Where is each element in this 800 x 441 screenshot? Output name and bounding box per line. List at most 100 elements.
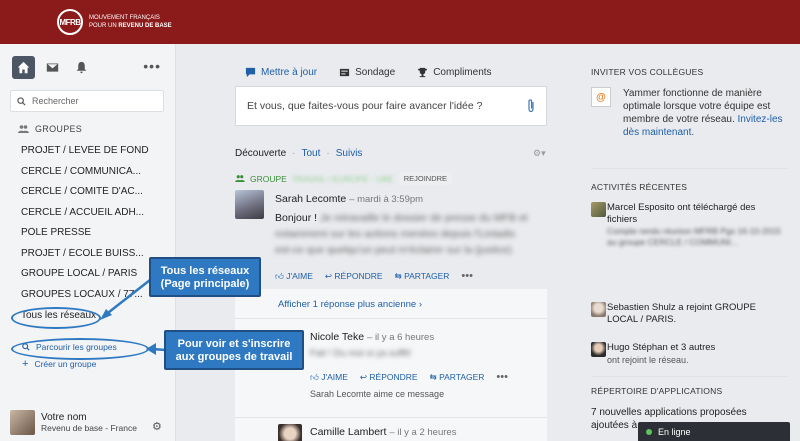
inbox-icon[interactable] [41, 56, 64, 79]
bell-icon[interactable] [70, 56, 93, 79]
more-options-icon[interactable]: ••• [143, 58, 161, 74]
share-button[interactable]: ⇆ PARTAGER [430, 372, 485, 383]
search-icon [17, 96, 26, 106]
profile[interactable]: Votre nom Revenu de base - France [10, 410, 137, 435]
activity-text: Hugo Stéphan et 3 autres ont rejoint le … [607, 342, 716, 365]
speech-bubble-icon [245, 67, 256, 77]
reply-button[interactable]: ↩ RÉPONDRE [325, 271, 383, 282]
post-author-line: Sarah Lecomte – mardi à 3:59pm [275, 193, 545, 205]
join-button[interactable]: REJOINDRE [398, 172, 453, 185]
reply-meta: – il y a 2 heures [389, 427, 457, 438]
more-options-icon[interactable]: ••• [496, 371, 508, 383]
search-input[interactable]: Rechercher [10, 90, 164, 112]
right-column: INVITER VOS COLLÈGUES @ Yammer fonctionn… [578, 44, 800, 441]
group-item[interactable]: CERCLE / ACCUEIL ADH... [21, 207, 171, 228]
groups-header: GROUPES [18, 124, 82, 134]
liked-by: Sarah Lecomte aime ce message [310, 389, 445, 399]
post-author[interactable]: Sarah Lecomte [275, 193, 346, 205]
group-item[interactable]: CERCLE / COMITÉ D'AC... [21, 186, 171, 207]
reply-author[interactable]: Nicole Teke [310, 331, 364, 343]
online-label: En ligne [658, 426, 691, 437]
divider [591, 376, 787, 377]
top-bar: MFRB MOUVEMENT FRANÇAIS POUR UN REVENU D… [0, 0, 800, 44]
reply: Camille Lambert – il y a 2 heures [235, 417, 547, 441]
annotation-callout-networks: Tous les réseaux (Page principale) [149, 257, 261, 297]
like-button[interactable]: 👍︎ J'AIME [310, 372, 348, 383]
paperclip-icon[interactable] [526, 99, 536, 113]
avatar[interactable] [591, 202, 606, 217]
like-button[interactable]: 👍︎ J'AIME [275, 271, 313, 282]
annotation-ellipse-networks [11, 307, 101, 329]
logo-line1: MOUVEMENT FRANÇAIS [89, 15, 160, 21]
main-feed: Mettre à jour Sondage Compliments Et vou… [222, 44, 565, 441]
groups-icon [18, 125, 29, 133]
post-text-blurred: est-ce que quelqu'un peut m'éclairer sur… [275, 244, 512, 256]
reply-text-blurred: Fait ! Du moi si ça suffit! [310, 348, 412, 359]
post-text-visible: Bonjour ! [275, 212, 318, 224]
online-status-dot [646, 428, 652, 435]
reply-author-line: Nicole Teke – il y a 6 heures [310, 331, 545, 343]
logo-text: MOUVEMENT FRANÇAIS POUR UN REVENU DE BAS… [89, 14, 172, 30]
filter-following[interactable]: Suivis [336, 148, 363, 159]
post-meta: – mardi à 3:59pm [349, 194, 424, 205]
invite-text: Yammer fonctionne de manière optimale lo… [623, 88, 783, 138]
groups-title: GROUPES [35, 124, 83, 134]
tab-update[interactable]: Mettre à jour [245, 67, 317, 78]
left-sidebar: ••• Rechercher GROUPES PROJET / LEVÉE DE… [0, 44, 176, 441]
feed-settings-icon[interactable]: ⚙▾ [533, 148, 546, 159]
divider [591, 168, 787, 169]
at-sign-icon: @ [591, 87, 611, 107]
logo-line2: POUR UN REVENU DE BASE [89, 23, 172, 29]
reply-actions: 👍︎ J'AIME ↩ RÉPONDRE ⇆ PARTAGER ••• [310, 371, 545, 383]
post-text-blurred: Je retravaille le dossier de presse du M… [319, 212, 528, 224]
plus-icon: + [22, 358, 29, 370]
create-group-label: Créer un groupe [34, 359, 97, 369]
filter-all[interactable]: Tout [301, 148, 320, 159]
reply-button[interactable]: ↩ RÉPONDRE [360, 372, 418, 383]
reply-author[interactable]: Camille Lambert [310, 426, 386, 438]
composer-placeholder: Et vous, que faites-vous pour faire avan… [247, 100, 483, 112]
profile-network: Revenu de base - France [41, 423, 137, 433]
trophy-icon [418, 67, 428, 77]
post-body: Bonjour ! Je retravaille le dossier de p… [275, 210, 545, 258]
composer-input[interactable]: Et vous, que faites-vous pour faire avan… [235, 86, 547, 126]
logo-mark: MFRB [57, 9, 83, 35]
search-placeholder: Rechercher [32, 96, 79, 106]
annotation-ellipse-groups [11, 338, 149, 360]
avatar[interactable] [235, 190, 264, 219]
activity-text: Marcel Esposito ont téléchargé des fichi… [607, 202, 787, 248]
share-button[interactable]: ⇆ PARTAGER [395, 271, 450, 282]
gear-icon[interactable]: ⚙ [152, 420, 162, 433]
avatar[interactable] [278, 424, 302, 441]
annotation-callout-groups: Pour voir et s'inscrire aux groupes de t… [164, 330, 304, 370]
post-text-blurred: notamment sur les actions menées depuis … [275, 228, 516, 240]
tab-praise[interactable]: Compliments [417, 67, 492, 78]
feed-filters: Découverte · Tout · Suivis [235, 148, 363, 159]
show-older-replies-link[interactable]: Afficher 1 réponse plus ancienne › [235, 289, 547, 319]
tab-poll[interactable]: Sondage [339, 67, 395, 78]
nav-icons [12, 56, 93, 79]
more-options-icon[interactable]: ••• [461, 270, 473, 282]
home-icon[interactable] [12, 56, 35, 79]
group-name-link[interactable]: TRAVAIL / EUROPE - UBE [292, 174, 394, 184]
group-item[interactable]: PROJET / LEVÉE DE FOND [21, 145, 171, 166]
avatar[interactable] [591, 302, 606, 317]
groups-icon [235, 175, 245, 182]
composer-tabs: Mettre à jour Sondage Compliments [235, 61, 547, 83]
avatar[interactable] [591, 342, 606, 357]
apps-title: RÉPERTOIRE D'APPLICATIONS [591, 386, 723, 396]
logo[interactable]: MFRB MOUVEMENT FRANÇAIS POUR UN REVENU D… [57, 9, 172, 35]
poll-icon [340, 68, 350, 76]
group-item[interactable]: CERCLE / COMMUNICA... [21, 166, 171, 187]
reply-meta: – il y a 6 heures [367, 332, 435, 343]
group-prefix: GROUPE [250, 173, 287, 184]
avatar [10, 410, 35, 435]
invite-title: INVITER VOS COLLÈGUES [591, 67, 704, 77]
composer: Mettre à jour Sondage Compliments Et vou… [235, 61, 547, 127]
group-item[interactable]: PÔLE PRESSE [21, 227, 171, 248]
filter-discover[interactable]: Découverte [235, 148, 286, 159]
post-group-header: GROUPE TRAVAIL / EUROPE - UBE REJOINDRE [235, 172, 453, 185]
activity-text-blurred: Compte rendu réunion MFRB Pgs 16-10-2015… [607, 226, 781, 247]
online-status-bar[interactable]: En ligne [638, 422, 790, 441]
activity-title: ACTIVITÉS RÉCENTES [591, 182, 688, 192]
